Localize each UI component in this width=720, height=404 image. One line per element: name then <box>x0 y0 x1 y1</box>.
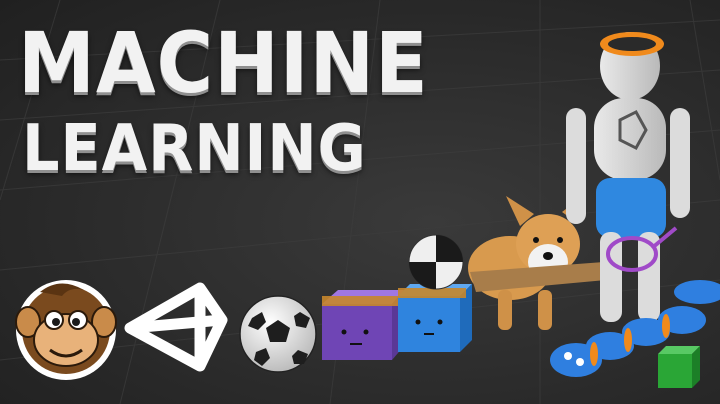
thumbnail-scene: MACHINE LEARNING <box>0 0 720 404</box>
checker-ball-icon <box>408 234 464 290</box>
unity-logo-icon <box>124 282 228 372</box>
scene-art <box>15 32 720 388</box>
blue-cube-agent <box>398 284 472 352</box>
soccer-ball-icon <box>239 295 317 373</box>
purple-cube-agent <box>322 290 404 360</box>
green-cube-target <box>658 346 700 388</box>
code-monkey-logo-icon <box>15 280 117 380</box>
